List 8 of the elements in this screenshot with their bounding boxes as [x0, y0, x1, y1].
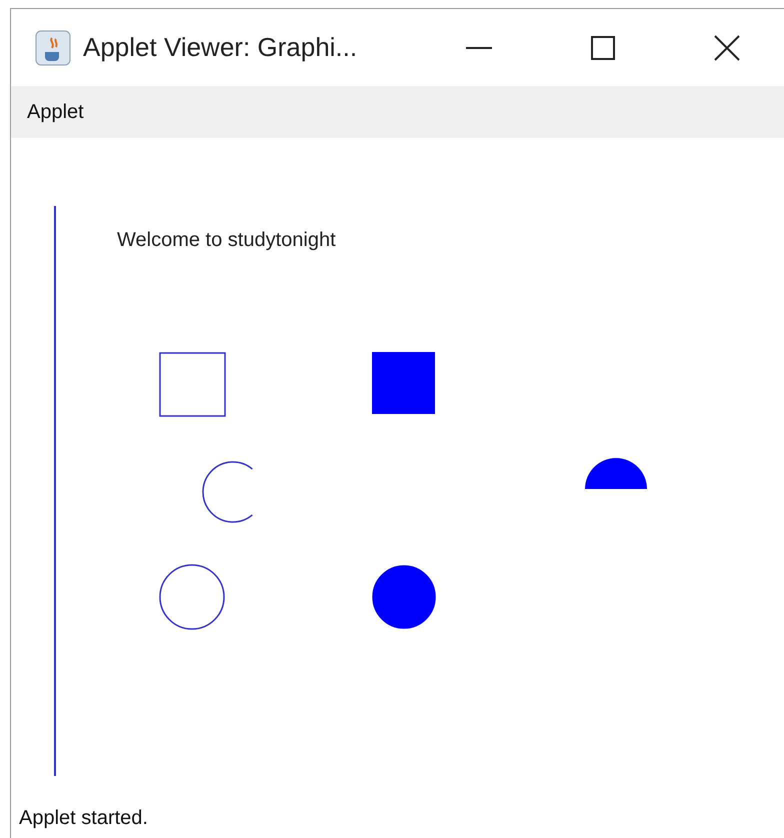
minimize-icon [466, 46, 492, 50]
java-cup-icon [35, 30, 71, 66]
close-icon [714, 34, 740, 60]
menu-item[interactable]: Applet [17, 97, 94, 127]
welcome-text: Welcome to studytonight [117, 229, 336, 251]
window-title: Applet Viewer: Graphi... [83, 31, 358, 64]
maximize-icon [591, 36, 615, 60]
status-text: Applet started. [19, 806, 149, 830]
